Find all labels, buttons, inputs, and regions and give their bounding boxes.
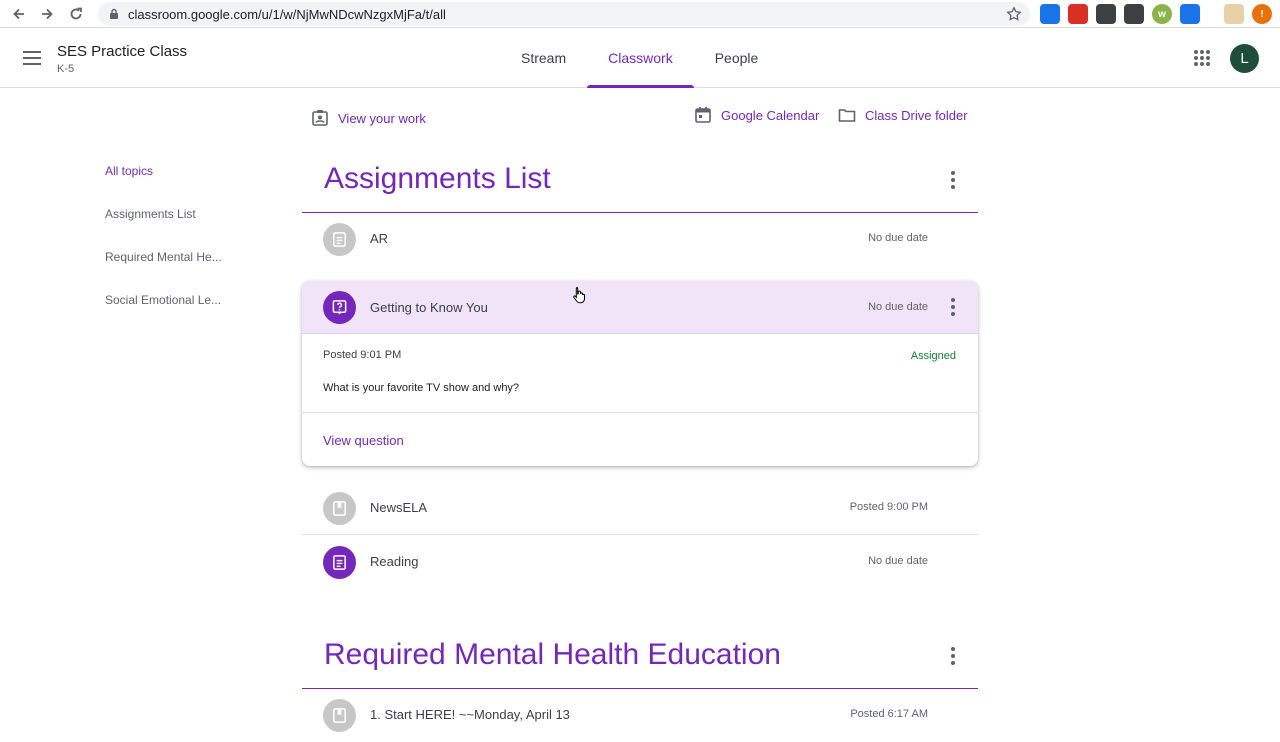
back-icon[interactable] [5,0,33,28]
google-apps-icon[interactable] [1190,46,1214,70]
view-question-link[interactable]: View question [323,433,404,448]
folder-icon [838,109,856,122]
item-due-date: No due date [868,301,928,313]
topic-title: Required Mental Health Education [324,638,781,671]
item-due-date: No due date [868,555,928,567]
class-name[interactable]: SES Practice Class [57,43,187,60]
card-divider [302,412,978,413]
view-work-icon [312,110,328,126]
sidebar-item-assignments-list[interactable]: Assignments List [105,203,223,246]
topic-more-icon[interactable] [941,644,965,668]
link-ext-icon[interactable] [1040,4,1060,24]
address-bar[interactable]: classroom.google.com/u/1/w/NjMwNDcwNzgxM… [98,2,1030,26]
bookmark-star-icon[interactable] [1006,6,1022,22]
classwork-item-reading[interactable]: Reading No due date [302,535,978,589]
app-header: SES Practice Class K-5 Stream Classwork … [0,28,1280,88]
reload-icon[interactable] [62,0,90,28]
forward-icon[interactable] [33,0,61,28]
class-drive-folder-link[interactable]: Class Drive folder [838,106,968,124]
lock-icon [110,8,118,19]
topic-sidebar: All topics Assignments List Required Men… [105,160,235,332]
item-more-icon[interactable] [941,295,965,319]
item-due-date: No due date [868,232,928,244]
item-title: Reading [370,554,419,569]
item-title: NewsELA [370,500,428,515]
shield-check-ext-icon[interactable] [1124,4,1144,24]
puzzle-ext-icon[interactable] [1224,4,1244,24]
main-menu-icon[interactable] [18,46,46,70]
status-badge: Assigned [910,350,956,362]
classwork-item-newsela[interactable]: NewsELA Posted 9:00 PM [302,481,978,535]
hand-cursor-icon [573,287,585,304]
material-icon [323,492,356,525]
sidebar-item-all-topics[interactable]: All topics [105,160,223,203]
w-ext-icon[interactable]: w [1152,4,1172,24]
card-header[interactable]: Getting to Know You No due date [302,281,978,334]
posted-time: Posted 9:01 PM [323,349,402,361]
view-your-work-label: View your work [338,110,426,126]
view-your-work-link[interactable]: View your work [311,109,426,127]
alert-ext-icon[interactable]: ! [1252,4,1272,24]
google-calendar-label: Google Calendar [721,107,820,123]
classwork-item-getting-to-know-you-expanded: Getting to Know You No due date Posted 9… [302,281,978,466]
topic-header-assignments-list: Assignments List [302,150,978,213]
item-posted-time: Posted 9:00 PM [849,501,928,513]
item-posted-time: Posted 6:17 AM [850,708,928,720]
sidebar-item-social-emotional[interactable]: Social Emotional Le... [105,289,223,332]
topic-more-icon[interactable] [941,168,965,192]
blue-ext-icon[interactable] [1180,4,1200,24]
url-text: classroom.google.com/u/1/w/NjMwNDcwNzgxM… [128,6,446,22]
assignment-icon [323,546,356,579]
question-icon [323,291,356,324]
classwork-item-start-here[interactable]: 1. Start HERE! ~~Monday, April 13 Posted… [302,688,978,742]
tab-classwork[interactable]: Classwork [587,28,694,88]
class-drive-folder-label: Class Drive folder [865,107,968,123]
item-title: AR [370,231,389,246]
record-ext-icon[interactable] [1068,4,1088,24]
extensions-bar: w! [1040,4,1272,24]
item-title: Getting to Know You [370,300,488,315]
tab-stream[interactable]: Stream [500,28,587,88]
calendar-icon [695,107,711,123]
tab-people[interactable]: People [694,28,780,88]
topic-header-mental-health: Required Mental Health Education [302,626,978,689]
google-calendar-link[interactable]: Google Calendar [694,106,819,124]
class-tabs: Stream Classwork People [500,28,779,88]
sidebar-item-mental-health[interactable]: Required Mental He... [105,246,223,289]
account-avatar[interactable]: L [1230,44,1259,73]
browser-toolbar: classroom.google.com/u/1/w/NjMwNDcwNzgxM… [0,0,1280,28]
shield-ext-icon[interactable] [1096,4,1116,24]
classwork-item-ar[interactable]: AR No due date [302,212,978,266]
topic-title: Assignments List [324,162,551,195]
question-description: What is your favorite TV show and why? [323,382,520,394]
class-section: K-5 [57,63,75,75]
material-icon [323,699,356,732]
assignment-icon [323,223,356,256]
